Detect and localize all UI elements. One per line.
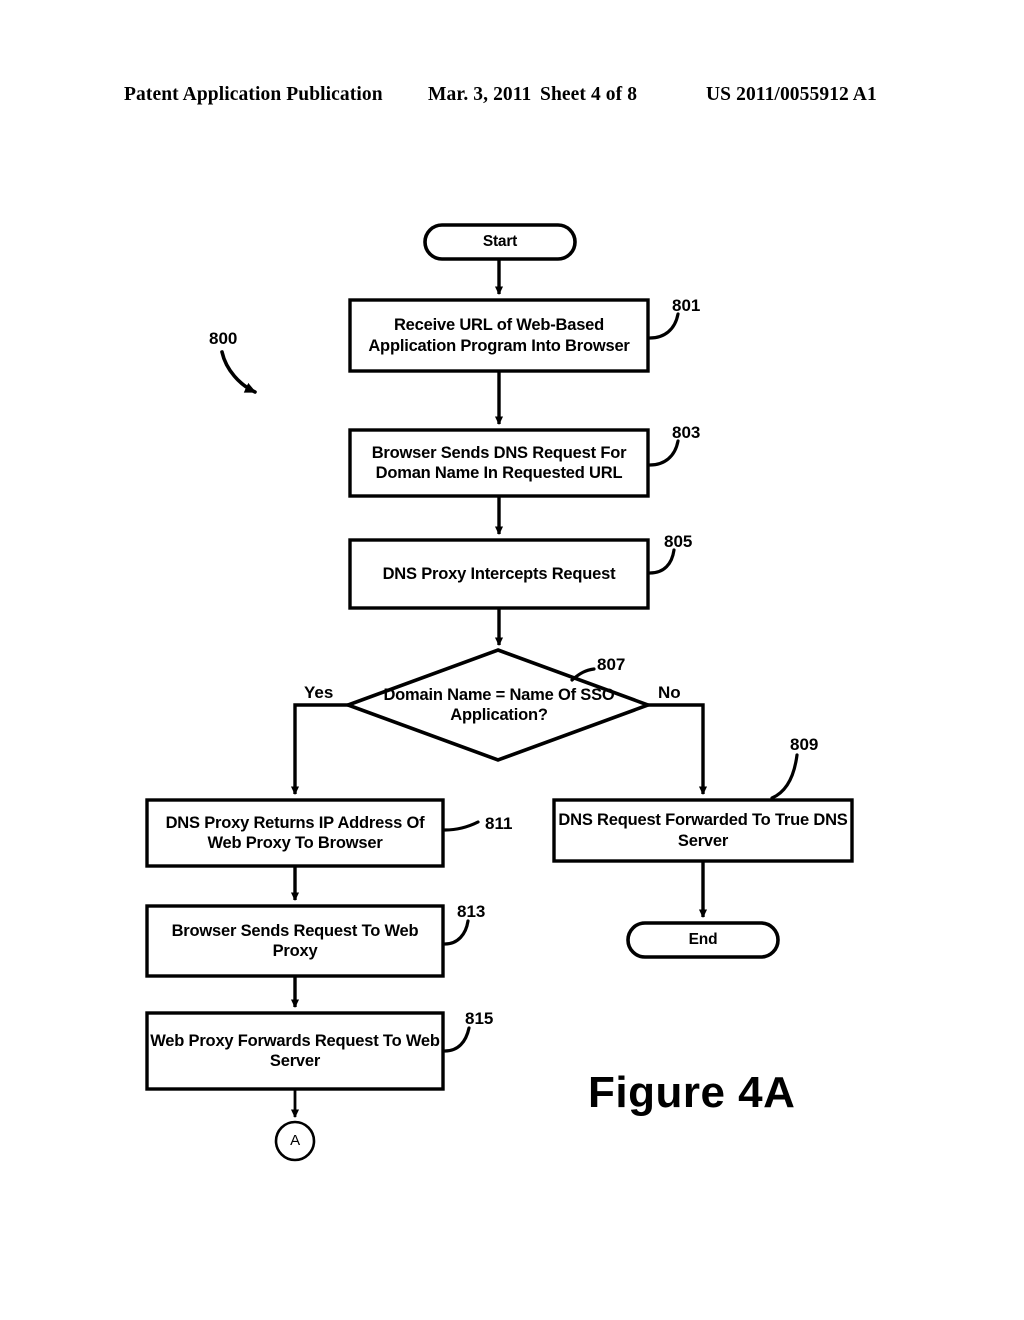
node-811: [145, 798, 445, 868]
node-801: [348, 298, 650, 373]
node-805: [348, 538, 650, 610]
reference-numeral-800: 800: [209, 329, 238, 348]
leader-811: [443, 820, 480, 832]
reference-numeral-801: 801: [672, 296, 701, 315]
figure-caption: Figure 4A: [588, 1068, 796, 1117]
node-809: [552, 798, 854, 863]
node-start: [423, 223, 577, 261]
reference-numeral-809: 809: [790, 735, 819, 754]
node-connector-a: [274, 1120, 316, 1162]
flowchart-svg: [145, 223, 854, 1162]
leader-805: [648, 548, 676, 575]
reference-numeral-805: 805: [664, 532, 693, 551]
leader-807: [570, 667, 596, 682]
branch-label-yes: Yes: [304, 683, 334, 702]
node-813: [145, 904, 445, 978]
reference-numeral-813: 813: [457, 902, 486, 921]
leader-801: [648, 312, 680, 340]
reference-numeral-815: 815: [465, 1009, 494, 1028]
reference-numeral-811: 811: [485, 814, 513, 833]
leader-803: [648, 439, 680, 467]
leader-800-arrow: [220, 350, 257, 394]
edge-807-no-to-809: [648, 703, 708, 796]
node-803: [348, 428, 650, 498]
edge-807-yes-to-811: [290, 703, 348, 796]
branch-label-no: No: [658, 683, 681, 702]
leader-809: [770, 753, 799, 800]
node-815: [145, 1011, 445, 1091]
leader-815: [443, 1026, 471, 1053]
flowchart-figure: Start Receive URL of Web-Based Applicati…: [0, 0, 1024, 1320]
reference-numeral-807: 807: [597, 655, 626, 674]
reference-numeral-803: 803: [672, 423, 701, 442]
node-end: [626, 921, 780, 959]
leader-813: [443, 919, 470, 946]
